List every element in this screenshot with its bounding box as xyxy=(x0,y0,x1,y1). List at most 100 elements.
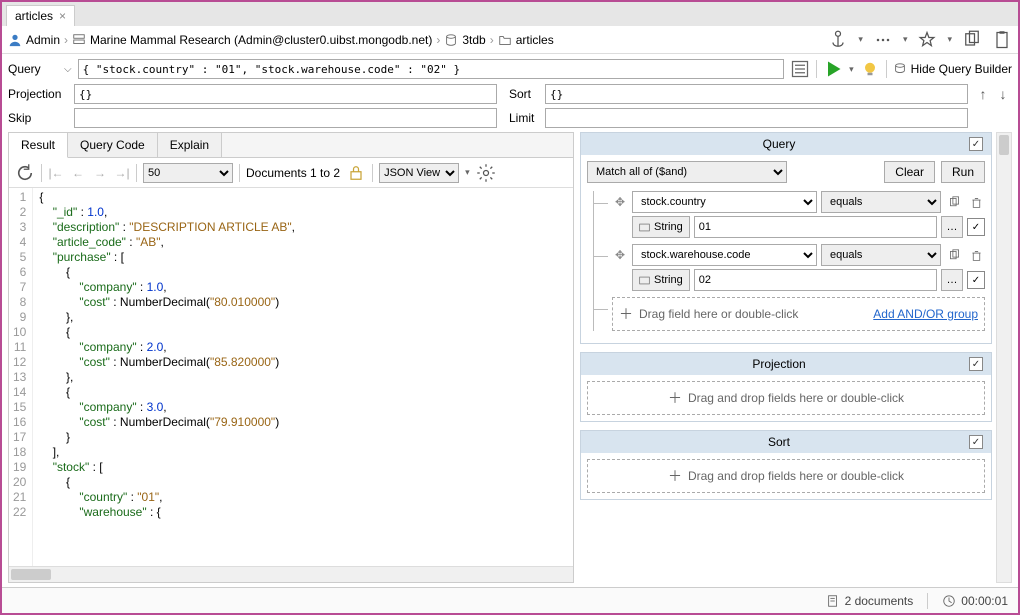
projection-panel: Projection ✓ ＋ Drag and drop fields here… xyxy=(580,352,992,422)
duplicate-icon[interactable] xyxy=(945,193,963,211)
query-builder-panel: Query ✓ Match all of ($and) Clear Run ✥s… xyxy=(580,132,992,344)
value-enabled-check[interactable]: ✓ xyxy=(967,218,985,236)
skip-input[interactable] xyxy=(74,108,497,128)
document-icon xyxy=(826,594,840,608)
database-crumb[interactable]: 3tdb xyxy=(444,33,485,47)
tab-bar: articles × xyxy=(2,2,1018,26)
ellipsis-button[interactable]: … xyxy=(941,269,963,291)
value-input[interactable] xyxy=(694,269,937,291)
doc-count: 2 documents xyxy=(845,594,914,608)
close-icon[interactable]: × xyxy=(59,9,66,23)
horizontal-scrollbar[interactable] xyxy=(9,566,573,582)
tab-label: articles xyxy=(15,9,53,23)
chevron-down-icon[interactable]: ⌵ xyxy=(64,64,72,75)
query-options-icon[interactable] xyxy=(790,59,810,79)
collection-crumb[interactable]: articles xyxy=(498,33,554,47)
editor-tab[interactable]: articles × xyxy=(6,5,75,26)
duplicate-icon[interactable] xyxy=(945,246,963,264)
condition-row: ✥stock.countryequals✥String…✓ xyxy=(594,191,985,238)
sort-asc-icon[interactable]: ↑ xyxy=(974,85,992,103)
type-chip[interactable]: String xyxy=(632,216,690,238)
projection-drop-zone[interactable]: ＋ Drag and drop fields here or double-cl… xyxy=(587,381,985,415)
json-viewer[interactable]: 12345678910111213141516171819202122 { "_… xyxy=(9,188,573,566)
sort-label: Sort xyxy=(509,87,539,101)
skip-label: Skip xyxy=(8,111,68,125)
lock-icon[interactable] xyxy=(346,163,366,183)
server-icon xyxy=(72,33,86,47)
hide-query-builder-button[interactable]: Hide Query Builder xyxy=(893,62,1012,76)
folder-icon xyxy=(498,33,512,47)
builder-icon xyxy=(893,62,907,76)
ellipsis-button[interactable]: … xyxy=(941,216,963,238)
plus-icon: ＋ xyxy=(619,304,633,324)
plus-icon: ＋ xyxy=(668,466,682,486)
panel-toggle-check[interactable]: ✓ xyxy=(969,357,983,371)
clear-button[interactable]: Clear xyxy=(884,161,935,183)
match-mode-select[interactable]: Match all of ($and) xyxy=(587,161,787,183)
query-row: Query ⌵ ▾ Hide Query Builder xyxy=(2,54,1018,84)
delete-icon[interactable] xyxy=(967,246,985,264)
refresh-icon[interactable] xyxy=(15,163,35,183)
field-select[interactable]: stock.warehouse.code xyxy=(632,244,817,266)
connection-crumb[interactable]: Marine Mammal Research (Admin@cluster0.u… xyxy=(72,33,432,47)
panel-title: Projection xyxy=(589,357,969,371)
panel-toggle-check[interactable]: ✓ xyxy=(969,435,983,449)
run-icon[interactable] xyxy=(823,59,843,79)
drag-handle-icon[interactable]: ✥ xyxy=(612,247,628,263)
tab-explain[interactable]: Explain xyxy=(158,133,222,157)
value-input[interactable] xyxy=(694,216,937,238)
projection-input[interactable] xyxy=(74,84,497,104)
operator-select[interactable]: equals xyxy=(821,191,941,213)
result-pane: Result Query Code Explain |← ← → →| 50 D… xyxy=(8,132,574,583)
first-page-icon[interactable]: |← xyxy=(48,166,64,180)
query-label: Query xyxy=(8,62,58,76)
tab-result[interactable]: Result xyxy=(9,133,68,158)
breadcrumb: Admin › Marine Mammal Research (Admin@cl… xyxy=(2,26,1018,54)
query-input[interactable] xyxy=(78,59,784,79)
projection-label: Projection xyxy=(8,87,68,101)
user-crumb[interactable]: Admin xyxy=(8,33,60,47)
status-bar: 2 documents 00:00:01 xyxy=(2,587,1018,613)
limit-input[interactable] xyxy=(545,108,968,128)
star-icon[interactable] xyxy=(917,30,937,50)
anchor-icon[interactable] xyxy=(828,30,848,50)
clock-icon xyxy=(942,594,956,608)
limit-label: Limit xyxy=(509,111,539,125)
add-group-link[interactable]: Add AND/OR group xyxy=(873,307,978,321)
projection-sort-row: Projection Sort ↑ ↓ xyxy=(2,84,1018,108)
panel-toggle-check[interactable]: ✓ xyxy=(969,137,983,151)
operator-select[interactable]: equals xyxy=(821,244,941,266)
field-select[interactable]: stock.country xyxy=(632,191,817,213)
user-icon xyxy=(8,33,22,47)
condition-drop-zone[interactable]: ＋Drag field here or double-clickAdd AND/… xyxy=(612,297,985,331)
bulb-icon[interactable] xyxy=(860,59,880,79)
next-page-icon[interactable]: → xyxy=(92,166,108,180)
docs-range: Documents 1 to 2 xyxy=(246,166,340,180)
database-icon xyxy=(444,33,458,47)
value-enabled-check[interactable]: ✓ xyxy=(967,271,985,289)
result-tabs: Result Query Code Explain xyxy=(9,133,573,158)
type-chip[interactable]: String xyxy=(632,269,690,291)
gear-icon[interactable] xyxy=(476,163,496,183)
sort-panel: Sort ✓ ＋ Drag and drop fields here or do… xyxy=(580,430,992,500)
sort-desc-icon[interactable]: ↓ xyxy=(994,85,1012,103)
skip-limit-row: Skip Limit ↑↓ xyxy=(2,108,1018,132)
sort-drop-zone[interactable]: ＋ Drag and drop fields here or double-cl… xyxy=(587,459,985,493)
page-size-select[interactable]: 50 xyxy=(143,163,233,183)
drag-handle-icon[interactable]: ✥ xyxy=(612,194,628,210)
vertical-scrollbar[interactable] xyxy=(996,132,1012,583)
prev-page-icon[interactable]: ← xyxy=(70,166,86,180)
tab-query-code[interactable]: Query Code xyxy=(68,133,158,157)
delete-icon[interactable] xyxy=(967,193,985,211)
result-toolbar: |← ← → →| 50 Documents 1 to 2 JSON View … xyxy=(9,158,573,188)
run-button[interactable]: Run xyxy=(941,161,985,183)
more-icon[interactable] xyxy=(873,30,893,50)
paste-icon[interactable] xyxy=(992,30,1012,50)
sort-input[interactable] xyxy=(545,84,968,104)
copy-icon[interactable] xyxy=(962,30,982,50)
last-page-icon[interactable]: →| xyxy=(114,166,130,180)
panel-title: Query xyxy=(589,137,969,151)
condition-row: ✥stock.warehouse.codeequals✥String…✓ xyxy=(594,244,985,291)
view-mode-select[interactable]: JSON View xyxy=(379,163,459,183)
plus-icon: ＋ xyxy=(668,388,682,408)
